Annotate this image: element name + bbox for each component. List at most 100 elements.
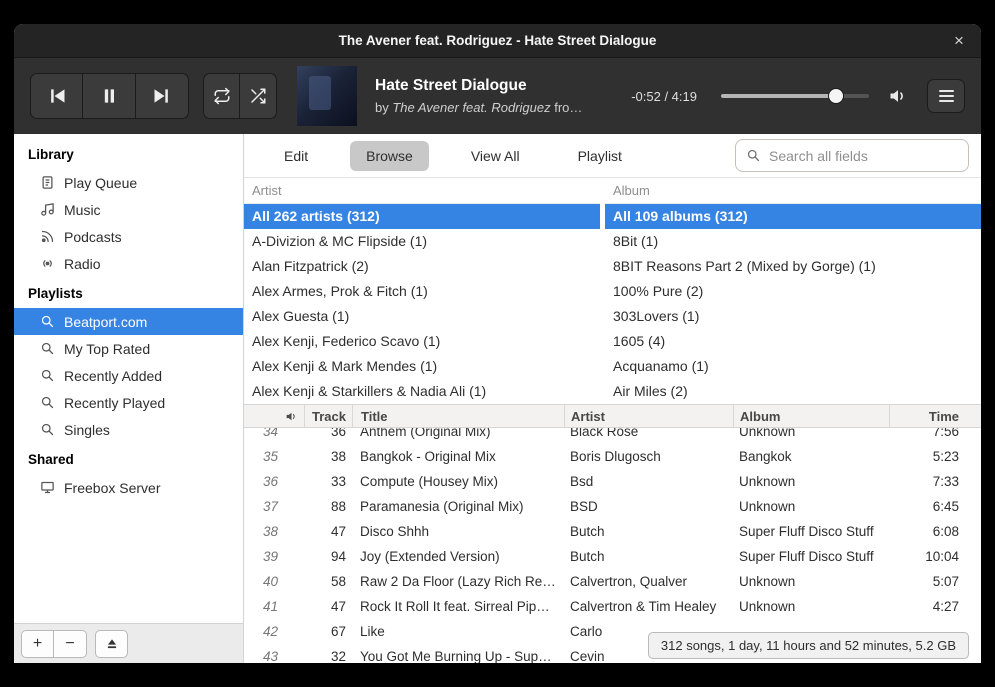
album-row-all[interactable]: All 109 albums (312) — [605, 204, 981, 229]
track-row[interactable]: 39 94 Joy (Extended Version) Butch Super… — [244, 544, 981, 569]
search-input[interactable] — [769, 148, 958, 164]
tab-view-all[interactable]: View All — [455, 141, 536, 171]
album-row[interactable]: Air Miles (2) — [605, 379, 981, 404]
track-time: 5:07 — [889, 574, 981, 589]
album-row[interactable]: 8Bit (1) — [605, 229, 981, 254]
sidebar-item-label: Podcasts — [64, 229, 122, 245]
playing-column-header[interactable] — [278, 410, 304, 423]
sidebar-item-beatport[interactable]: Beatport.com — [14, 308, 243, 335]
album-column-header[interactable]: Album — [605, 178, 981, 204]
sidebar-item-freebox-server[interactable]: Freebox Server — [14, 474, 243, 501]
row-number: 36 — [244, 474, 278, 489]
time-column-header[interactable]: Time — [889, 405, 981, 427]
player-toolbar: Hate Street Dialogue by The Avener feat.… — [14, 58, 981, 134]
track-row[interactable]: 36 33 Compute (Housey Mix) Bsd Unknown 7… — [244, 469, 981, 494]
close-button[interactable]: × — [947, 29, 971, 53]
artist-row-all[interactable]: All 262 artists (312) — [244, 204, 600, 229]
sidebar-item-label: Beatport.com — [64, 314, 147, 330]
search-icon — [40, 341, 55, 356]
tab-browse[interactable]: Browse — [350, 141, 429, 171]
shuffle-button[interactable] — [240, 73, 277, 119]
album-row[interactable]: 303Lovers (1) — [605, 304, 981, 329]
sidebar-item-radio[interactable]: Radio — [14, 250, 243, 277]
sidebar-item-recently-added[interactable]: Recently Added — [14, 362, 243, 389]
tab-edit[interactable]: Edit — [268, 141, 324, 171]
artist-row[interactable]: Alex Kenji, Federico Scavo (1) — [244, 329, 600, 354]
track-row[interactable]: 34 36 Anthem (Original Mix) Black Rose U… — [244, 428, 981, 444]
artist-row[interactable]: Alex Armes, Prok & Fitch (1) — [244, 279, 600, 304]
sidebar-item-music[interactable]: Music — [14, 196, 243, 223]
track-album: Bangkok — [733, 449, 889, 464]
track-album: Unknown — [733, 499, 889, 514]
track-row[interactable]: 37 88 Paramanesia (Original Mix) BSD Unk… — [244, 494, 981, 519]
pause-button[interactable] — [83, 73, 136, 119]
track-column-header[interactable]: Track — [304, 405, 352, 427]
track-time: 6:45 — [889, 499, 981, 514]
album-column-header[interactable]: Album — [733, 405, 889, 427]
search-icon — [40, 395, 55, 410]
album-row[interactable]: Acquanamo (1) — [605, 354, 981, 379]
track-artist: Black Rose — [564, 428, 733, 439]
tab-playlist[interactable]: Playlist — [562, 141, 638, 171]
track-number: 32 — [304, 649, 352, 663]
previous-button[interactable] — [30, 73, 83, 119]
now-playing-info: Hate Street Dialogue by The Avener feat.… — [375, 77, 617, 115]
track-title: Like — [352, 624, 564, 639]
sidebar-item-play-queue[interactable]: Play Queue — [14, 169, 243, 196]
sidebar-item-my-top-rated[interactable]: My Top Rated — [14, 335, 243, 362]
track-row[interactable]: 40 58 Raw 2 Da Floor (Lazy Rich Re… Calv… — [244, 569, 981, 594]
repeat-icon — [213, 87, 231, 105]
row-number: 41 — [244, 599, 278, 614]
volume-button[interactable] — [883, 81, 913, 111]
sidebar-item-singles[interactable]: Singles — [14, 416, 243, 443]
seek-slider[interactable] — [721, 84, 869, 108]
album-art — [297, 66, 357, 126]
seek-handle[interactable] — [828, 88, 844, 104]
track-title: Paramanesia (Original Mix) — [352, 499, 564, 514]
sidebar-item-recently-played[interactable]: Recently Played — [14, 389, 243, 416]
sidebar-item-label: Freebox Server — [64, 480, 160, 496]
track-row[interactable]: 38 47 Disco Shhh Butch Super Fluff Disco… — [244, 519, 981, 544]
track-artist: Bsd — [564, 474, 733, 489]
eject-button[interactable] — [95, 630, 128, 658]
hamburger-icon — [939, 90, 954, 92]
track-time: 4:27 — [889, 599, 981, 614]
remove-button[interactable]: − — [54, 630, 87, 658]
now-playing-title: Hate Street Dialogue — [375, 77, 617, 95]
track-number: 58 — [304, 574, 352, 589]
sidebar-item-podcasts[interactable]: Podcasts — [14, 223, 243, 250]
minus-icon: − — [65, 635, 74, 653]
track-album: Super Fluff Disco Stuff — [733, 524, 889, 539]
artist-row[interactable]: Alex Kenji & Mark Mendes (1) — [244, 354, 600, 379]
track-row[interactable]: 41 47 Rock It Roll It feat. Sirreal Pip…… — [244, 594, 981, 619]
album-row[interactable]: 8BIT Reasons Part 2 (Mixed by Gorge) (1) — [605, 254, 981, 279]
row-number: 38 — [244, 524, 278, 539]
title-column-header[interactable]: Title — [352, 405, 564, 427]
skip-forward-icon — [152, 86, 172, 106]
album-row[interactable]: 100% Pure (2) — [605, 279, 981, 304]
album-row[interactable]: 1605 (4) — [605, 329, 981, 354]
track-time: 5:23 — [889, 449, 981, 464]
track-title: You Got Me Burning Up - Sup… — [352, 649, 564, 663]
artist-row[interactable]: Alex Guesta (1) — [244, 304, 600, 329]
library-status-tooltip: 312 songs, 1 day, 11 hours and 52 minute… — [648, 632, 969, 659]
repeat-button[interactable] — [203, 73, 240, 119]
artist-row[interactable]: A-Divizion & MC Flipside (1) — [244, 229, 600, 254]
now-playing-artist: The Avener feat. Rodriguez — [392, 100, 550, 115]
artist-row[interactable]: Alex Kenji & Starkillers & Nadia Ali (1) — [244, 379, 600, 404]
track-title: Raw 2 Da Floor (Lazy Rich Re… — [352, 574, 564, 589]
artist-column-header[interactable]: Artist — [564, 405, 733, 427]
add-button[interactable]: + — [21, 630, 54, 658]
sidebar: Library Play Queue Music Podcasts Radio — [14, 134, 244, 663]
search-icon — [40, 314, 55, 329]
next-button[interactable] — [136, 73, 189, 119]
sidebar-item-label: My Top Rated — [64, 341, 150, 357]
artist-column-header[interactable]: Artist — [244, 178, 600, 204]
row-number: 40 — [244, 574, 278, 589]
row-number: 43 — [244, 649, 278, 663]
artist-row[interactable]: Alan Fitzpatrick (2) — [244, 254, 600, 279]
by-prefix: by — [375, 100, 392, 115]
menu-button[interactable] — [927, 79, 965, 113]
track-row[interactable]: 35 38 Bangkok - Original Mix Boris Dlugo… — [244, 444, 981, 469]
track-number: 47 — [304, 524, 352, 539]
